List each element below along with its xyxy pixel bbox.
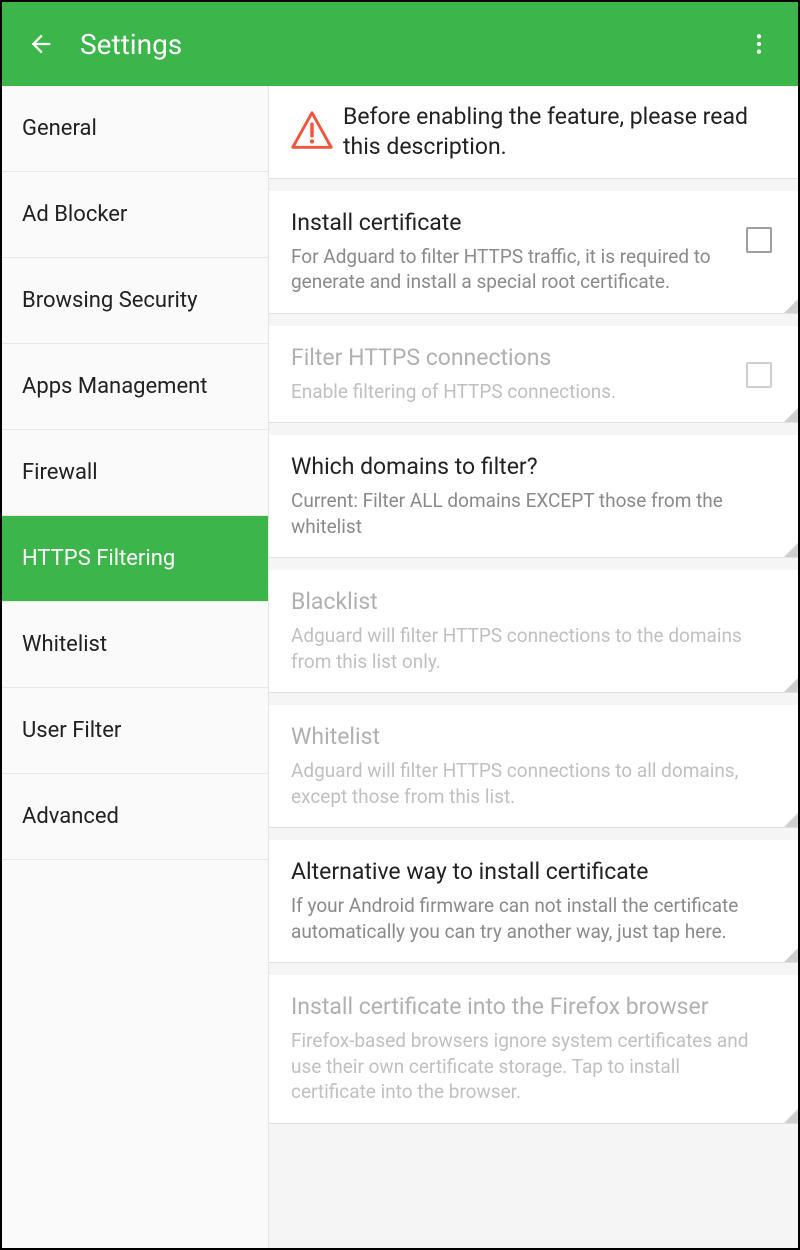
sidebar-item-label: Firewall	[22, 460, 98, 485]
setting-desc: Adguard will filter HTTPS connections to…	[291, 758, 762, 809]
setting-desc: For Adguard to filter HTTPS traffic, it …	[291, 244, 732, 295]
resize-corner-icon	[784, 1109, 798, 1123]
setting-desc: Firefox-based browsers ignore system cer…	[291, 1028, 762, 1105]
sidebar-item-label: General	[22, 116, 97, 141]
warning-text: Before enabling the feature, please read…	[343, 102, 778, 162]
setting-alternative-install[interactable]: Alternative way to install certificate I…	[269, 840, 798, 963]
sidebar: General Ad Blocker Browsing Security App…	[2, 86, 269, 1248]
sidebar-item-browsing-security[interactable]: Browsing Security	[2, 258, 268, 344]
sidebar-item-advanced[interactable]: Advanced	[2, 774, 268, 860]
resize-corner-icon	[784, 813, 798, 827]
setting-install-certificate[interactable]: Install certificate For Adguard to filte…	[269, 191, 798, 314]
sidebar-item-label: Ad Blocker	[22, 202, 127, 227]
setting-title: Whitelist	[291, 723, 762, 752]
checkbox	[746, 362, 772, 388]
sidebar-item-whitelist[interactable]: Whitelist	[2, 602, 268, 688]
setting-desc: Adguard will filter HTTPS connections to…	[291, 623, 762, 674]
setting-filter-https-connections: Filter HTTPS connections Enable filterin…	[269, 326, 798, 423]
overflow-menu-button[interactable]	[738, 23, 780, 65]
sidebar-item-label: Whitelist	[22, 632, 107, 657]
setting-title: Filter HTTPS connections	[291, 344, 732, 373]
sidebar-item-general[interactable]: General	[2, 86, 268, 172]
setting-which-domains[interactable]: Which domains to filter? Current: Filter…	[269, 435, 798, 558]
resize-corner-icon	[784, 948, 798, 962]
sidebar-item-user-filter[interactable]: User Filter	[2, 688, 268, 774]
resize-corner-icon	[784, 408, 798, 422]
sidebar-item-label: Advanced	[22, 804, 119, 829]
sidebar-item-label: Browsing Security	[22, 288, 197, 313]
more-vert-icon	[746, 31, 772, 57]
resize-corner-icon	[784, 543, 798, 557]
warning-banner[interactable]: Before enabling the feature, please read…	[269, 86, 798, 179]
setting-desc: If your Android firmware can not install…	[291, 893, 762, 944]
warning-icon	[289, 107, 343, 157]
sidebar-item-https-filtering[interactable]: HTTPS Filtering	[2, 516, 268, 602]
resize-corner-icon	[784, 678, 798, 692]
back-button[interactable]	[20, 23, 62, 65]
setting-whitelist: Whitelist Adguard will filter HTTPS conn…	[269, 705, 798, 828]
setting-desc: Current: Filter ALL domains EXCEPT those…	[291, 488, 762, 539]
setting-title: Which domains to filter?	[291, 453, 762, 482]
sidebar-item-ad-blocker[interactable]: Ad Blocker	[2, 172, 268, 258]
content-pane: Before enabling the feature, please read…	[269, 86, 798, 1248]
resize-corner-icon	[784, 299, 798, 313]
sidebar-item-label: User Filter	[22, 718, 121, 743]
setting-desc: Enable filtering of HTTPS connections.	[291, 379, 732, 405]
checkbox[interactable]	[746, 227, 772, 253]
setting-blacklist: Blacklist Adguard will filter HTTPS conn…	[269, 570, 798, 693]
sidebar-item-label: Apps Management	[22, 374, 208, 399]
appbar: Settings	[2, 2, 798, 86]
sidebar-item-firewall[interactable]: Firewall	[2, 430, 268, 516]
sidebar-item-label: HTTPS Filtering	[22, 546, 175, 571]
setting-title: Blacklist	[291, 588, 762, 617]
page-title: Settings	[80, 28, 182, 61]
setting-title: Install certificate	[291, 209, 732, 238]
arrow-left-icon	[27, 30, 55, 58]
setting-title: Install certificate into the Firefox bro…	[291, 993, 762, 1022]
setting-firefox-certificate: Install certificate into the Firefox bro…	[269, 975, 798, 1124]
sidebar-item-apps-management[interactable]: Apps Management	[2, 344, 268, 430]
setting-title: Alternative way to install certificate	[291, 858, 762, 887]
